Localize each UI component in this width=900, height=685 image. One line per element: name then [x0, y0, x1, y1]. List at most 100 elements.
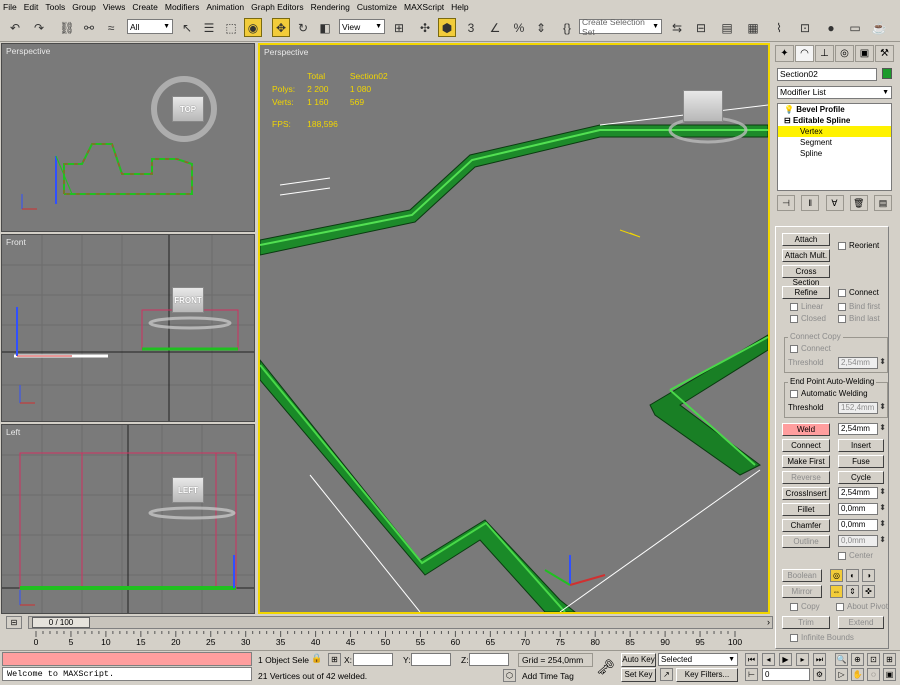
lock-selection-icon[interactable]: 🔒: [311, 653, 322, 664]
z-coordinate-field[interactable]: [469, 653, 509, 666]
viewport-label[interactable]: Left: [6, 427, 20, 437]
stack-item-segment[interactable]: Segment: [778, 137, 891, 148]
object-color-swatch[interactable]: [882, 68, 892, 79]
modifier-list-dropdown[interactable]: Modifier List ▼: [777, 86, 892, 99]
snap-3d-icon[interactable]: 3: [462, 18, 480, 37]
chamfer-spinner[interactable]: 0,0mm: [838, 519, 886, 531]
boolean-union-icon[interactable]: ◎: [830, 569, 843, 582]
rect-selection-icon[interactable]: ⬚: [222, 18, 240, 37]
cycle-button[interactable]: Cycle: [838, 471, 884, 484]
y-coordinate-field[interactable]: [411, 653, 451, 666]
menu-rendering[interactable]: Rendering: [311, 2, 350, 12]
crossinsert-spinner[interactable]: 2,54mm: [838, 487, 886, 499]
cross-section-button[interactable]: Cross Section: [782, 265, 830, 287]
render-icon[interactable]: ☕: [870, 18, 888, 37]
viewcube-main[interactable]: [683, 90, 723, 122]
go-to-end-icon[interactable]: ⏭: [813, 653, 826, 666]
zoom-all-icon[interactable]: ⊕: [851, 653, 864, 666]
stack-item-vertex[interactable]: Vertex: [778, 126, 891, 137]
stack-item-bevel-profile[interactable]: 💡 Bevel Profile: [778, 104, 891, 115]
spinner-snap-icon[interactable]: ⇕: [532, 18, 550, 37]
move-icon[interactable]: ✥: [272, 18, 290, 37]
key-filters-button[interactable]: Key Filters...: [676, 668, 738, 682]
outline-spinner[interactable]: 0,0mm: [838, 535, 886, 547]
menu-views[interactable]: Views: [103, 2, 126, 12]
menu-customize[interactable]: Customize: [357, 2, 397, 12]
redo-icon[interactable]: ↷: [30, 18, 48, 37]
absolute-mode-icon[interactable]: ⊞: [328, 653, 341, 666]
curve-editor-icon[interactable]: ⌇: [770, 18, 788, 37]
play-icon[interactable]: ▶: [779, 653, 792, 666]
mirror-icon[interactable]: ⇆: [668, 18, 686, 37]
go-to-start-icon[interactable]: ⏮: [745, 653, 758, 666]
viewport-main-perspective[interactable]: Perspective Total Section02 Polys: 2 200 1 …: [258, 43, 770, 614]
closed-checkbox[interactable]: Closed: [790, 314, 826, 323]
connect-checkbox[interactable]: Connect: [838, 288, 879, 297]
window-crossing-icon[interactable]: ◉: [244, 18, 262, 37]
select-by-name-icon[interactable]: ☰: [200, 18, 218, 37]
weld-button[interactable]: Weld: [782, 423, 830, 436]
set-key-button[interactable]: Set Key: [621, 668, 656, 682]
link-icon[interactable]: ⛓: [58, 18, 76, 37]
maxscript-listener-top[interactable]: [2, 652, 252, 666]
viewport-left[interactable]: Left LEFT: [1, 424, 255, 614]
trim-button[interactable]: Trim: [782, 616, 830, 629]
boolean-intersect-icon[interactable]: ◑: [862, 569, 875, 582]
current-frame-field[interactable]: 0: [762, 668, 810, 681]
menu-animation[interactable]: Animation: [206, 2, 244, 12]
unlink-icon[interactable]: ⚯: [80, 18, 98, 37]
add-time-tag-button[interactable]: Add Time Tag: [520, 669, 595, 683]
configure-modifier-sets-icon[interactable]: ▤: [874, 195, 892, 211]
show-end-result-icon[interactable]: ‖: [801, 195, 820, 211]
copy-checkbox[interactable]: Copy: [790, 602, 820, 611]
make-first-button[interactable]: Make First: [782, 455, 830, 468]
outline-button[interactable]: Outline: [782, 535, 830, 548]
viewcube-left[interactable]: LEFT: [172, 477, 204, 503]
attach-mult-button[interactable]: Attach Mult.: [782, 249, 830, 262]
menu-tools[interactable]: Tools: [45, 2, 65, 12]
connect-button[interactable]: Connect: [782, 439, 830, 452]
named-selection-icon[interactable]: {}: [558, 18, 576, 37]
angle-snap-icon[interactable]: ∠: [486, 18, 504, 37]
zoom-icon[interactable]: 🔍: [835, 653, 848, 666]
viewport-label[interactable]: Perspective: [264, 47, 308, 57]
key-icon[interactable]: 🗝: [596, 658, 615, 676]
attach-button[interactable]: Attach: [782, 233, 830, 246]
viewport-label[interactable]: Perspective: [6, 46, 50, 56]
mirror-vertical-icon[interactable]: ⇕: [846, 585, 859, 598]
use-pivot-icon[interactable]: ⊞: [390, 18, 408, 37]
reverse-button[interactable]: Reverse: [782, 471, 830, 484]
linear-checkbox[interactable]: Linear: [790, 302, 823, 311]
previous-frame-icon[interactable]: ◂: [762, 653, 775, 666]
time-slider-track[interactable]: 0 / 100 ›: [28, 616, 773, 629]
infinite-bounds-checkbox[interactable]: Infinite Bounds: [790, 633, 854, 642]
weld-spinner[interactable]: 2,54mm: [838, 423, 886, 435]
time-config-icon[interactable]: ⚙: [813, 668, 826, 681]
selection-filter-dropdown[interactable]: All ▼: [127, 19, 173, 34]
display-tab-icon[interactable]: ▣: [855, 45, 874, 62]
connect-copy-checkbox[interactable]: Connect: [790, 344, 831, 353]
reorient-checkbox[interactable]: Reorient: [838, 241, 879, 250]
frame-ruler[interactable]: 0 5 10 15 20 25 30 35 40 45 50 55 60 65 70 75 80 85 90 95 10…: [0, 631, 773, 650]
material-editor-icon[interactable]: ●: [822, 18, 840, 37]
percent-snap-icon[interactable]: %: [510, 18, 528, 37]
orbit-icon[interactable]: ◌: [867, 668, 880, 681]
menu-file[interactable]: File: [3, 2, 17, 12]
scale-icon[interactable]: ◧: [316, 18, 334, 37]
zoom-extents-all-icon[interactable]: ⊞: [883, 653, 896, 666]
cc-threshold-spinner[interactable]: 2,54mm: [838, 357, 886, 369]
default-tangent-icon[interactable]: ↗: [660, 668, 673, 681]
rotate-icon[interactable]: ↻: [294, 18, 312, 37]
center-checkbox[interactable]: Center: [838, 551, 873, 560]
motion-tab-icon[interactable]: ◎: [835, 45, 854, 62]
stack-item-spline[interactable]: Spline: [778, 148, 891, 159]
auto-key-button[interactable]: Auto Key: [621, 653, 656, 667]
extend-button[interactable]: Extend: [838, 616, 884, 629]
render-setup-icon[interactable]: ▭: [846, 18, 864, 37]
x-coordinate-field[interactable]: [353, 653, 393, 666]
bind-space-warp-icon[interactable]: ≈: [102, 18, 120, 37]
menu-graph-editors[interactable]: Graph Editors: [251, 2, 303, 12]
crossinsert-button[interactable]: CrossInsert: [782, 487, 830, 500]
graphite-icon[interactable]: ▦: [744, 18, 762, 37]
bind-last-checkbox[interactable]: Bind last: [838, 314, 880, 323]
